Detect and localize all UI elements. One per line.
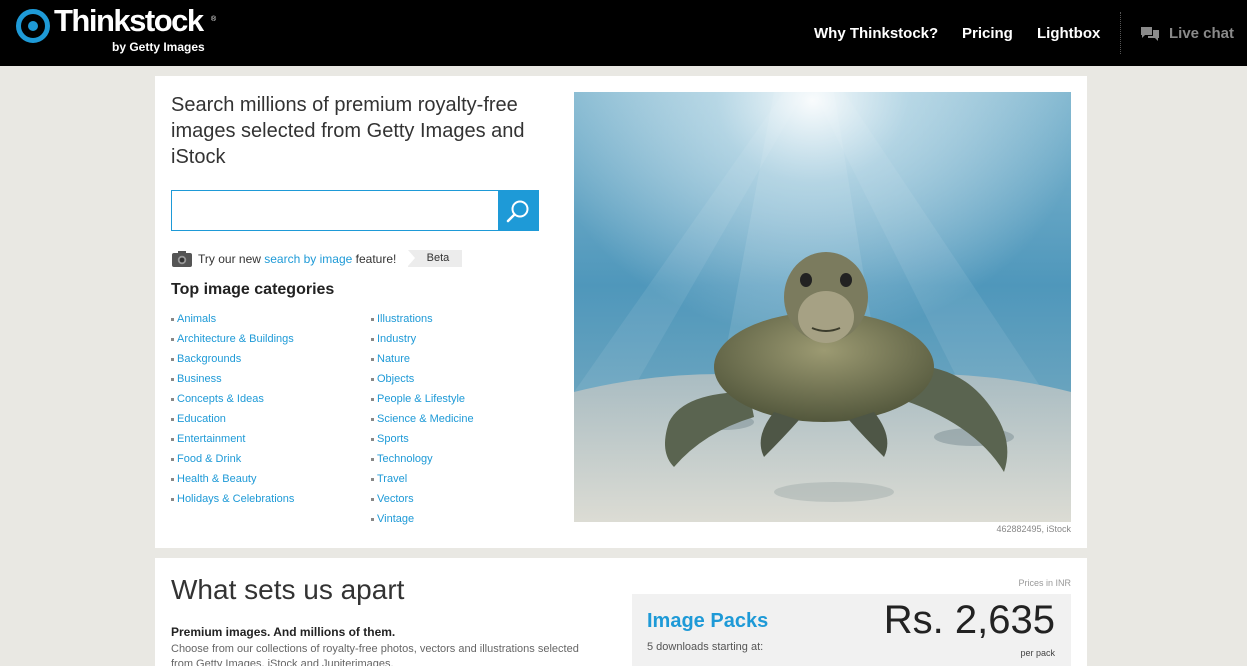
category-link[interactable]: Animals: [177, 313, 216, 325]
search-input[interactable]: [172, 191, 498, 230]
image-packs-price: Rs. 2,635: [883, 598, 1055, 642]
hero-photo-sea-turtle[interactable]: [574, 92, 1071, 522]
nav-lightbox[interactable]: Lightbox: [1037, 25, 1100, 42]
categories-list-left: Animals Architecture & Buildings Backgro…: [171, 311, 294, 511]
category-link[interactable]: Health & Beauty: [177, 473, 257, 485]
sea-turtle-image: [574, 92, 1071, 522]
image-packs-subtitle: 5 downloads starting at:: [647, 641, 764, 653]
search-icon: [506, 200, 529, 223]
category-item: Nature: [371, 351, 474, 371]
by-image-suffix: feature!: [352, 252, 397, 266]
category-link[interactable]: Vectors: [377, 493, 414, 505]
category-item: Education: [171, 411, 294, 431]
chat-bubble-icon: [1141, 27, 1159, 41]
category-item: Sports: [371, 431, 474, 451]
category-item: People & Lifestyle: [371, 391, 474, 411]
category-link[interactable]: Objects: [377, 373, 414, 385]
search-by-image-link[interactable]: search by image: [264, 252, 352, 266]
search-button[interactable]: [498, 191, 538, 230]
category-item: Food & Drink: [171, 451, 294, 471]
section-title: What sets us apart: [171, 574, 405, 605]
category-item: Holidays & Celebrations: [171, 491, 294, 511]
category-link[interactable]: Backgrounds: [177, 353, 241, 365]
category-item: Entertainment: [171, 431, 294, 451]
category-item: Animals: [171, 311, 294, 331]
category-link[interactable]: Concepts & Ideas: [177, 393, 264, 405]
category-item: Backgrounds: [171, 351, 294, 371]
hero-headline: Search millions of premium royalty-free …: [171, 94, 525, 168]
what-sets-us-apart-panel: What sets us apart Premium images. And m…: [155, 558, 1087, 666]
category-link[interactable]: Architecture & Buildings: [177, 333, 294, 345]
category-link[interactable]: Education: [177, 413, 226, 425]
category-item: Business: [171, 371, 294, 391]
image-packs-title[interactable]: Image Packs: [647, 610, 768, 633]
photo-credit: 462882495, iStock: [996, 524, 1071, 534]
logo-mark-icon: [16, 9, 50, 43]
category-link[interactable]: Vintage: [377, 513, 414, 525]
category-link[interactable]: People & Lifestyle: [377, 393, 465, 405]
categories-list-right: Illustrations Industry Nature Objects Pe…: [371, 311, 474, 531]
category-item: Architecture & Buildings: [171, 331, 294, 351]
category-item: Technology: [371, 451, 474, 471]
section-subtitle: Premium images. And millions of them.: [171, 625, 396, 639]
image-packs-card[interactable]: Image Packs 5 downloads starting at: Rs.…: [632, 594, 1071, 666]
image-packs-per-pack: per pack: [1020, 648, 1055, 658]
nav-why-thinkstock[interactable]: Why Thinkstock?: [814, 25, 938, 42]
category-link[interactable]: Illustrations: [377, 313, 433, 325]
section-description: Choose from our collections of royalty-f…: [171, 643, 579, 666]
nav-divider: [1120, 12, 1121, 54]
category-item: Concepts & Ideas: [171, 391, 294, 411]
category-item: Travel: [371, 471, 474, 491]
category-item: Objects: [371, 371, 474, 391]
category-link[interactable]: Technology: [377, 453, 433, 465]
category-link[interactable]: Holidays & Celebrations: [177, 493, 294, 505]
category-item: Health & Beauty: [171, 471, 294, 491]
category-link[interactable]: Food & Drink: [177, 453, 241, 465]
category-link[interactable]: Science & Medicine: [377, 413, 474, 425]
logo-name: Thinkstock: [54, 3, 204, 38]
hero-panel: Search millions of premium royalty-free …: [155, 76, 1087, 548]
category-link[interactable]: Sports: [377, 433, 409, 445]
camera-icon: [172, 251, 192, 267]
live-chat-label: Live chat: [1169, 25, 1235, 42]
beta-badge: Beta: [408, 250, 462, 267]
thinkstock-logo[interactable]: Thinkstock ® by Getty Images: [16, 3, 226, 58]
category-item: Vintage: [371, 511, 474, 531]
category-link[interactable]: Nature: [377, 353, 410, 365]
search-by-image-text: Try our new search by image feature!: [198, 252, 396, 266]
logo-subtitle: by Getty Images: [112, 40, 205, 54]
category-link[interactable]: Business: [177, 373, 222, 385]
categories-title: Top image categories: [171, 281, 335, 298]
category-item: Vectors: [371, 491, 474, 511]
category-link[interactable]: Entertainment: [177, 433, 245, 445]
prices-currency-note: Prices in INR: [1018, 578, 1071, 588]
category-item: Science & Medicine: [371, 411, 474, 431]
category-link[interactable]: Industry: [377, 333, 416, 345]
category-item: Industry: [371, 331, 474, 351]
category-link[interactable]: Travel: [377, 473, 407, 485]
search-box: [171, 190, 539, 231]
category-item: Illustrations: [371, 311, 474, 331]
logo-registered-mark: ®: [211, 16, 217, 23]
top-bar: Thinkstock ® by Getty Images Why Thinkst…: [0, 0, 1247, 66]
nav-pricing[interactable]: Pricing: [962, 25, 1013, 42]
by-image-prefix: Try our new: [198, 252, 265, 266]
